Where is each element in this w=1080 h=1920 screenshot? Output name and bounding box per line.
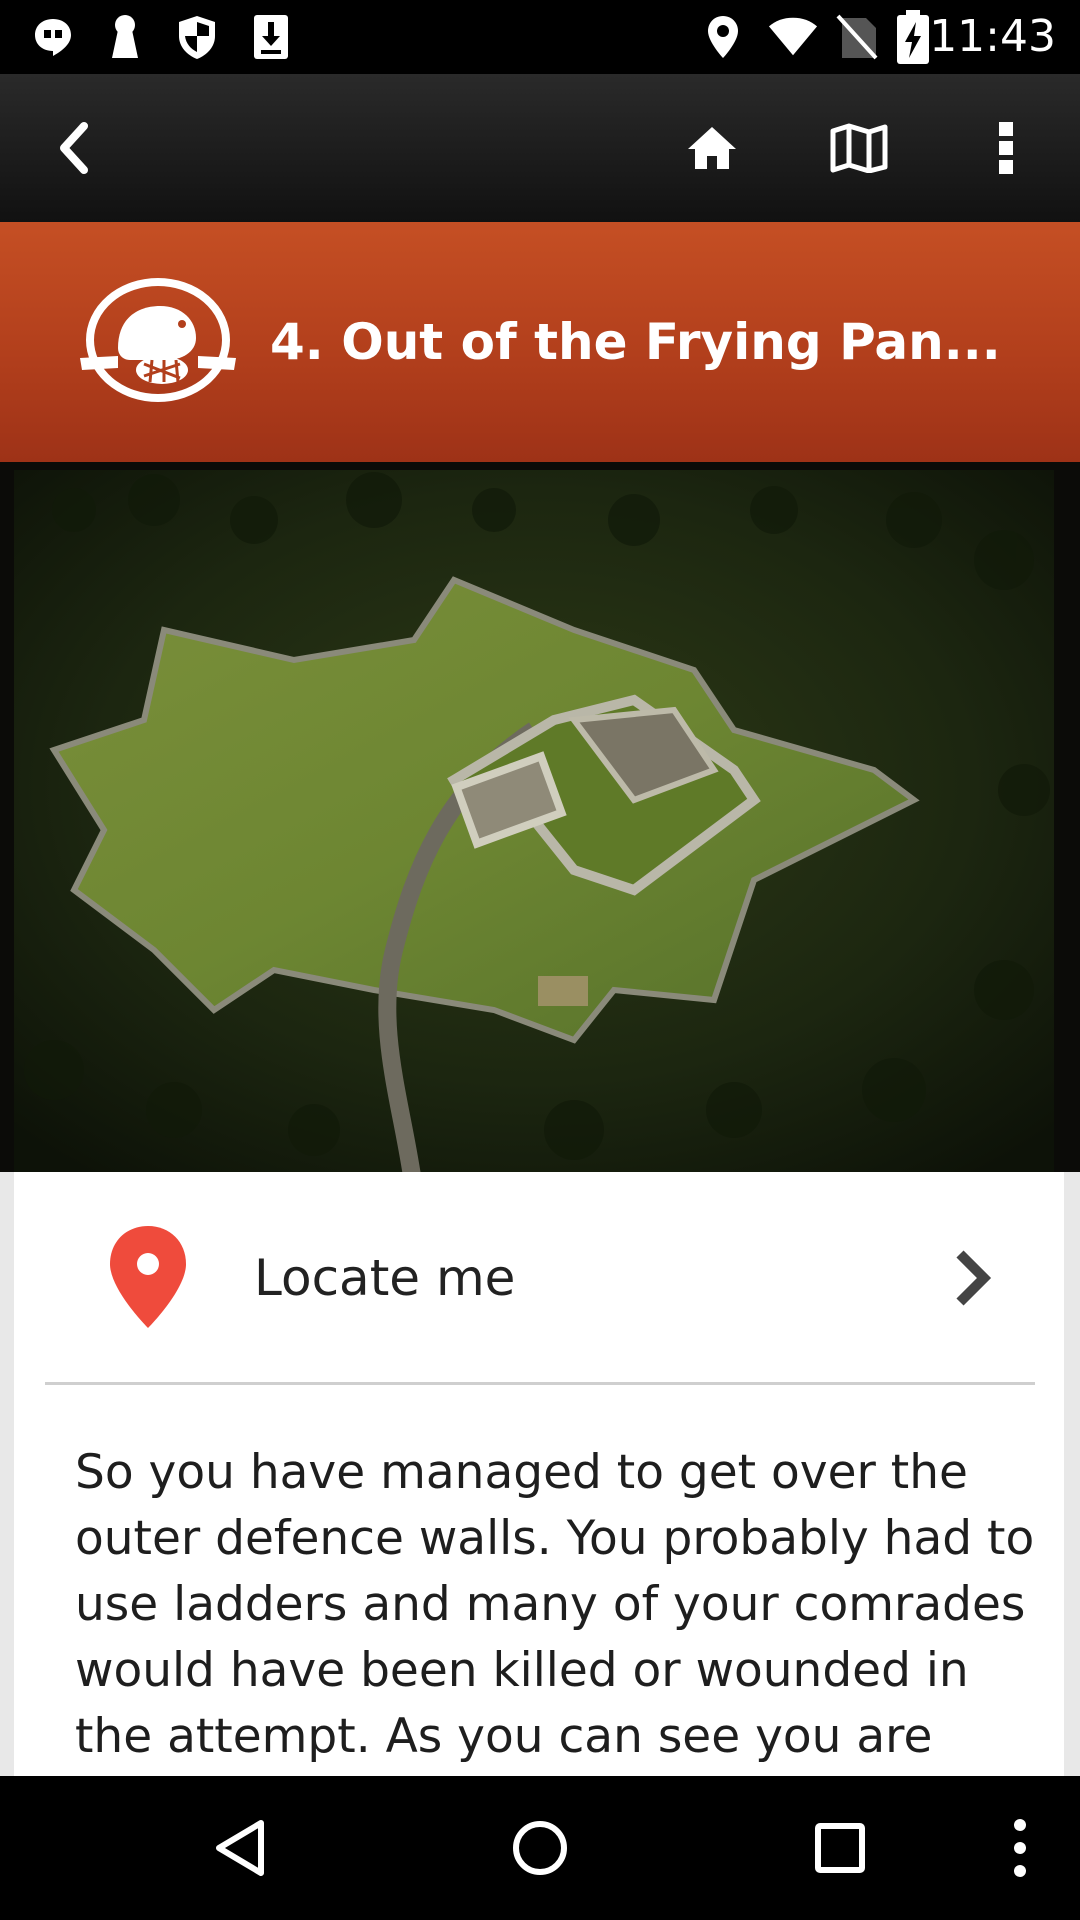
page-title: 4. Out of the Frying Pan... xyxy=(270,313,1001,371)
home-circle-icon xyxy=(513,1821,567,1875)
back-icon xyxy=(60,122,88,174)
recents-square-icon xyxy=(815,1823,865,1873)
parks-canada-beaver-logo xyxy=(80,278,236,402)
overflow-menu-button[interactable] xyxy=(956,98,1056,198)
map-pin-icon xyxy=(110,1226,186,1328)
locate-me-row[interactable]: Locate me xyxy=(14,1172,1064,1384)
map-button[interactable] xyxy=(809,98,909,198)
overflow-menu-icon xyxy=(999,122,1013,174)
clock: 11:43 xyxy=(929,11,1056,62)
locate-me-label: Locate me xyxy=(254,1249,516,1307)
action-bar xyxy=(0,74,1080,222)
home-icon xyxy=(688,127,736,169)
download-icon xyxy=(246,12,296,62)
nav-back-button[interactable] xyxy=(190,1798,290,1898)
wifi-icon xyxy=(768,12,818,62)
no-sim-icon xyxy=(832,12,882,62)
fort-aerial-photo xyxy=(0,462,1080,1172)
nav-home-button[interactable] xyxy=(490,1798,590,1898)
nav-more-button[interactable] xyxy=(970,1798,1070,1898)
content-area: Locate me So you have managed to get ove… xyxy=(0,1172,1080,1776)
system-nav-bar xyxy=(0,1776,1080,1920)
content-card: Locate me So you have managed to get ove… xyxy=(14,1172,1064,1776)
location-icon xyxy=(698,12,748,62)
back-button[interactable] xyxy=(24,98,124,198)
hangouts-icon xyxy=(28,12,78,62)
chevron-right-icon xyxy=(956,1250,992,1306)
keyhole-icon xyxy=(100,12,150,62)
map-icon xyxy=(830,123,888,173)
more-dots-icon xyxy=(1014,1819,1026,1877)
back-triangle-icon xyxy=(216,1820,264,1876)
title-banner: 4. Out of the Frying Pan... xyxy=(0,222,1080,462)
divider xyxy=(45,1382,1035,1385)
nav-recents-button[interactable] xyxy=(790,1798,890,1898)
home-button[interactable] xyxy=(662,98,762,198)
shield-icon xyxy=(172,12,222,62)
status-bar: 11:43 xyxy=(0,0,1080,74)
article-body-text: So you have managed to get over the oute… xyxy=(75,1445,1035,1776)
